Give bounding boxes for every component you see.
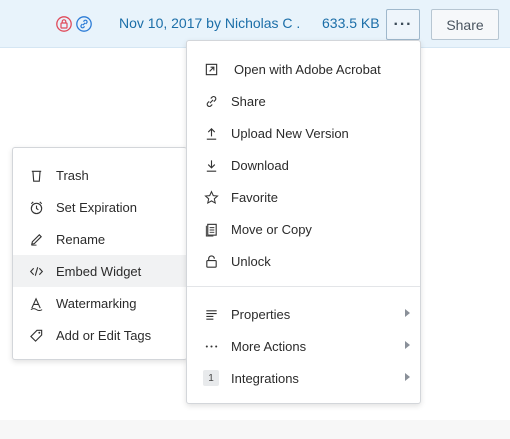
menu-item-open-with-acrobat[interactable]: Open with Adobe Acrobat [187, 53, 420, 85]
menu-item-label: Add or Edit Tags [56, 327, 152, 343]
tag-icon [28, 327, 44, 343]
unlock-icon [203, 253, 219, 269]
code-icon [28, 263, 44, 279]
copy-icon [203, 221, 219, 237]
menu-item-label: Embed Widget [56, 263, 142, 279]
menu-item-rename[interactable]: Rename [13, 223, 187, 255]
link-icon [203, 93, 219, 109]
menu-item-trash[interactable]: Trash [13, 159, 187, 191]
properties-icon [203, 306, 219, 322]
menu-item-download[interactable]: Download [187, 149, 420, 181]
download-icon [203, 157, 219, 173]
lock-status-icon [56, 16, 72, 32]
menu-divider [187, 286, 420, 287]
menu-item-label: Set Expiration [56, 199, 137, 215]
integrations-count-badge: 1 [203, 370, 219, 386]
menu-item-unlock[interactable]: Unlock [187, 245, 420, 277]
menu-item-label: Move or Copy [231, 221, 312, 237]
menu-item-integrations[interactable]: 1 Integrations [187, 362, 420, 394]
menu-item-label: Favorite [231, 189, 278, 205]
upload-icon [203, 125, 219, 141]
page-background-strip [0, 420, 510, 439]
watermark-icon [28, 295, 44, 311]
chevron-right-icon [405, 373, 410, 381]
menu-item-label: Open with Adobe Acrobat [234, 61, 381, 77]
menu-item-upload-new-version[interactable]: Upload New Version [187, 117, 420, 149]
menu-item-embed-widget[interactable]: Embed Widget [13, 255, 187, 287]
menu-item-properties[interactable]: Properties [187, 298, 420, 330]
pencil-icon [28, 231, 44, 247]
properties-submenu: Trash Set Expiration Rename Embed Widget [12, 147, 187, 360]
more-options-menu: Open with Adobe Acrobat Share Upload New… [186, 40, 421, 404]
menu-item-favorite[interactable]: Favorite [187, 181, 420, 213]
chevron-right-icon [405, 309, 410, 317]
share-button[interactable]: Share [431, 9, 499, 40]
menu-item-set-expiration[interactable]: Set Expiration [13, 191, 187, 223]
file-size: 633.5 KB [322, 15, 380, 31]
menu-item-label: Integrations [231, 370, 299, 386]
external-open-icon [203, 61, 219, 77]
menu-item-label: Trash [56, 167, 89, 183]
menu-item-label: Rename [56, 231, 106, 247]
menu-item-add-edit-tags[interactable]: Add or Edit Tags [13, 319, 187, 351]
menu-item-label: Upload New Version [231, 125, 349, 141]
box-file-actions-screen: Nov 10, 2017 by Nicholas C ... 633.5 KB … [0, 0, 510, 439]
chevron-right-icon [405, 341, 410, 349]
menu-item-label: Unlock [231, 253, 271, 269]
menu-item-label: More Actions [231, 338, 307, 354]
ellipsis-icon [203, 338, 219, 354]
menu-item-share[interactable]: Share [187, 85, 420, 117]
trash-icon [28, 167, 44, 183]
menu-item-move-or-copy[interactable]: Move or Copy [187, 213, 420, 245]
menu-item-label: Download [231, 157, 289, 173]
menu-item-label: Properties [231, 306, 291, 322]
clock-icon [28, 199, 44, 215]
menu-item-label: Share [231, 93, 266, 109]
star-icon [203, 189, 219, 205]
menu-item-label: Watermarking [56, 295, 137, 311]
integrations-badge: 1 [203, 370, 219, 386]
menu-item-more-actions[interactable]: More Actions [187, 330, 420, 362]
menu-item-watermarking[interactable]: Watermarking [13, 287, 187, 319]
more-options-button[interactable]: ··· [386, 9, 420, 40]
shared-link-icon[interactable] [76, 16, 92, 32]
modified-info-link[interactable]: Nov 10, 2017 by Nicholas C ... [119, 15, 299, 31]
